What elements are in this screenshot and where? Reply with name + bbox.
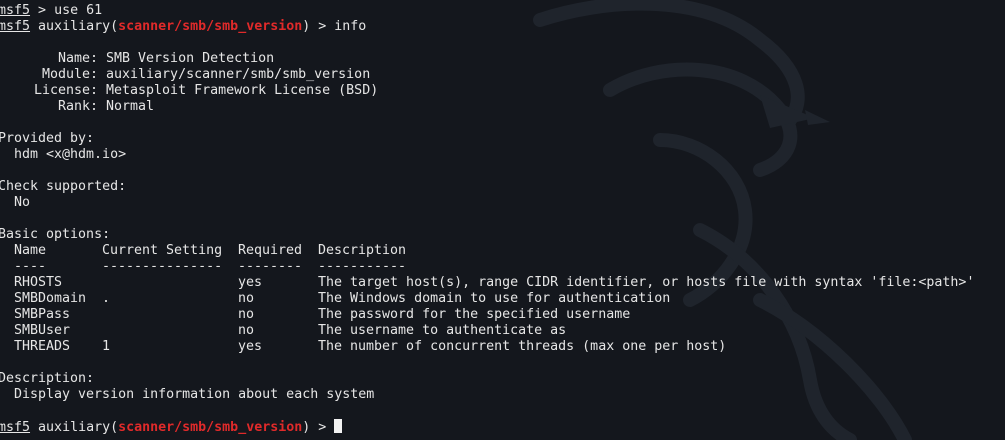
- option-name: THREADS: [14, 339, 71, 354]
- provided-by-heading: Provided by:: [0, 131, 95, 146]
- option-name: SMBDomain: [14, 291, 87, 306]
- check-supported-value: No: [14, 195, 31, 210]
- prompt-label: msf5: [0, 3, 31, 18]
- column-divider: --------: [238, 259, 303, 274]
- module-path: scanner/smb/smb_version: [118, 420, 303, 435]
- table-row: THREADS 1 yes The number of concurrent thre…: [14, 339, 726, 355]
- option-description: The username to authenticate as: [318, 323, 567, 338]
- option-setting: .: [102, 291, 111, 306]
- column-header: Description: [318, 243, 407, 258]
- info-value: auxiliary/scanner/smb/smb_version: [106, 67, 371, 82]
- prompt-label: msf5: [0, 420, 31, 435]
- info-key: License:: [33, 83, 98, 98]
- column-header: Name: [14, 243, 47, 258]
- command-line-active[interactable]: msf5 auxiliary(scanner/smb/smb_version) …: [0, 419, 343, 435]
- info-module-row: Module: auxiliary/scanner/smb/smb_versio…: [0, 67, 370, 83]
- terminal-window[interactable]: msf5 > use 61 msf5 auxiliary(scanner/smb…: [0, 0, 1005, 440]
- prompt-suffix: ) >: [302, 420, 335, 435]
- option-required: no: [238, 291, 255, 306]
- column-header: Required: [238, 243, 303, 258]
- option-name: RHOSTS: [14, 275, 63, 290]
- description-text: Display version information about each s…: [14, 387, 375, 402]
- table-row: SMBUser no The username to authenticate as: [14, 323, 566, 339]
- command-line-1: msf5 > use 61: [0, 3, 103, 18]
- info-rank-row: Rank: Normal: [0, 99, 154, 115]
- option-description: The number of concurrent threads (max on…: [318, 339, 727, 354]
- table-row: RHOSTS yes The target host(s), range CIDR …: [14, 275, 974, 291]
- options-divider-row: ---- --------------- -------- -----------: [14, 259, 406, 275]
- text-cursor[interactable]: [334, 419, 343, 433]
- prompt-suffix: ) >: [302, 19, 335, 34]
- basic-options-heading: Basic options:: [0, 227, 111, 242]
- info-key: Name:: [57, 51, 98, 66]
- module-path: scanner/smb/smb_version: [118, 19, 303, 34]
- option-required: yes: [238, 275, 263, 290]
- check-supported-heading: Check supported:: [0, 179, 127, 194]
- info-license-row: License: Metasploit Framework License (B…: [0, 83, 378, 99]
- command-text: info: [334, 19, 367, 34]
- provided-by-author: hdm <x@hdm.io>: [14, 147, 127, 162]
- option-required: yes: [238, 339, 263, 354]
- info-key: Rank:: [57, 99, 98, 114]
- table-row: SMBDomain. no The Windows domain to use fo…: [14, 291, 670, 307]
- column-divider: -----------: [318, 259, 407, 274]
- options-header-row: Name Current Setting Required Description: [14, 243, 406, 259]
- description-heading: Description:: [0, 371, 95, 386]
- table-row: SMBPass no The password for the specified …: [14, 307, 630, 323]
- info-name-row: Name: SMB Version Detection: [0, 51, 274, 67]
- command-line-2: msf5 auxiliary(scanner/smb/smb_version) …: [0, 19, 366, 35]
- option-name: SMBUser: [14, 323, 71, 338]
- prompt-prefix: auxiliary(: [38, 420, 119, 435]
- column-divider: ---------------: [102, 259, 223, 274]
- prompt-label: msf5: [0, 19, 31, 34]
- command-text: use 61: [54, 3, 103, 18]
- option-description: The password for the specified username: [318, 307, 631, 322]
- prompt-prefix: auxiliary(: [38, 19, 119, 34]
- info-value: Metasploit Framework License (BSD): [106, 83, 379, 98]
- info-value: Normal: [106, 99, 155, 114]
- info-key: Module:: [41, 67, 98, 82]
- option-required: no: [238, 323, 255, 338]
- column-header: Current Setting: [102, 243, 223, 258]
- option-name: SMBPass: [14, 307, 71, 322]
- column-divider: ----: [14, 259, 47, 274]
- info-value: SMB Version Detection: [106, 51, 275, 66]
- option-setting: 1: [102, 339, 111, 354]
- option-required: no: [238, 307, 255, 322]
- option-description: The Windows domain to use for authentica…: [318, 291, 671, 306]
- option-description: The target host(s), range CIDR identifie…: [318, 275, 975, 290]
